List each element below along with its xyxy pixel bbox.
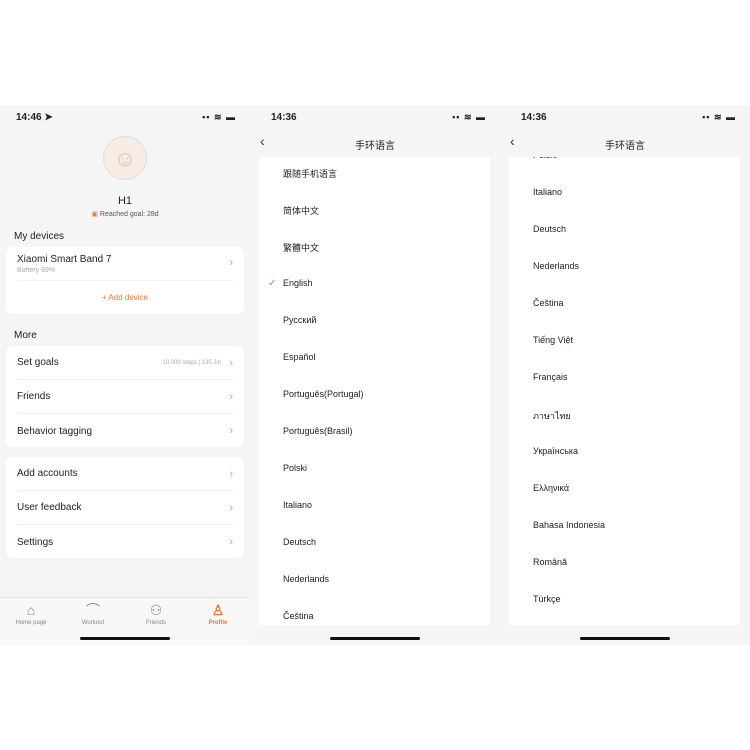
device-battery: Battery 69%	[17, 267, 56, 274]
language-option[interactable]: Português(Brasil)	[283, 426, 353, 436]
item-label: User feedback	[17, 502, 82, 513]
language-option[interactable]: Nederlands	[283, 574, 329, 584]
settings-item[interactable]: Settings ›	[17, 525, 233, 559]
item-label: Friends	[17, 391, 51, 402]
chevron-right-icon: ›	[229, 536, 233, 548]
language-screen-2: 14:36 ▪▪ ≋ ▬ ‹ 手环语言 PolskiItalianoDeutsc…	[500, 105, 750, 645]
chevron-right-icon: ›	[229, 390, 233, 403]
person-icon: ♙	[211, 602, 225, 618]
language-option[interactable]: Italiano	[283, 500, 312, 510]
language-list[interactable]: Polski Italiano Deutsch Nederlands Čeština Ti…	[509, 157, 740, 625]
tab-label: Friends	[145, 620, 166, 626]
language-option[interactable]: Tiếng Việt	[533, 335, 573, 345]
item-label: Set goals	[17, 357, 59, 368]
add-accounts-item[interactable]: Add accounts ›	[17, 457, 233, 491]
language-option[interactable]: Português(Portugal)	[283, 389, 364, 399]
language-screen-1: 14:36 ▪▪ ≋ ▬ ‹ 手环语言 跟随手机语言 简体中文 繁體中文 Englis…	[250, 105, 500, 645]
item-label: Settings	[17, 536, 54, 548]
tab-workout[interactable]: ⌒ Workout	[68, 602, 118, 626]
home-indicator	[580, 637, 670, 640]
shoe-icon: ⌒	[86, 602, 100, 618]
account-card: Add accounts › User feedback › Settings ›	[6, 457, 244, 558]
add-device-button[interactable]: + Add device	[6, 293, 244, 302]
behavior-tagging-item[interactable]: Behavior tagging ›	[17, 414, 233, 448]
chevron-right-icon: ›	[229, 425, 233, 437]
page-title: 手环语言	[355, 141, 395, 152]
set-goals-item[interactable]: Set goals 10,000 steps | 135 Jin ›	[17, 346, 233, 380]
more-card: Set goals 10,000 steps | 135 Jin › Friends…	[6, 346, 244, 447]
check-icon: ✓	[268, 278, 277, 289]
status-time: 14:46 ➤	[16, 112, 53, 123]
page-title: 手环语言	[605, 141, 645, 152]
device-name: Xiaomi Smart Band 7	[17, 254, 112, 265]
chevron-right-icon: ›	[229, 356, 233, 369]
tab-label: Home page	[15, 620, 47, 626]
friends-item[interactable]: Friends ›	[17, 380, 233, 414]
language-option[interactable]: Čeština	[533, 298, 564, 308]
chevron-right-icon: ›	[229, 257, 233, 269]
profile-screen: 14:46 ➤ ▪▪ ≋ ▬ ☺ H1 ▣ Reached goal: 28d …	[0, 105, 250, 645]
language-list[interactable]: 跟随手机语言 简体中文繁體中文 English ✓ Русский Español Port…	[259, 157, 490, 625]
avatar[interactable]: ☺	[103, 136, 147, 180]
status-time: 14:36	[521, 112, 547, 123]
user-feedback-item[interactable]: User feedback ›	[17, 491, 233, 525]
language-option[interactable]: Polski	[533, 157, 557, 160]
status-icons: ▪▪ ≋ ▬	[202, 112, 236, 122]
tab-profile[interactable]: ♙ Profile	[193, 602, 243, 626]
language-option[interactable]: Français	[533, 372, 568, 382]
tab-label: Profile	[208, 620, 228, 626]
my-devices-heading: My devices	[14, 231, 65, 242]
language-option[interactable]: 跟随手机语言	[283, 167, 337, 180]
language-option[interactable]: Español	[283, 352, 316, 362]
language-option[interactable]: Polski	[283, 463, 307, 473]
language-option[interactable]: Italiano	[533, 187, 562, 197]
language-option[interactable]: Ελληνικά	[533, 483, 569, 493]
language-option[interactable]: 繁體中文	[283, 241, 319, 254]
language-option[interactable]: Čeština	[283, 611, 314, 621]
language-option[interactable]: Українська	[533, 446, 578, 456]
language-option[interactable]: 简体中文	[283, 204, 319, 217]
home-indicator	[80, 637, 170, 640]
item-label: Add accounts	[17, 468, 78, 479]
tab-label: Workout	[81, 620, 105, 626]
reached-goal-text: Reached goal: 28d	[99, 211, 159, 218]
language-option[interactable]: Română	[533, 557, 567, 567]
language-option[interactable]: Bahasa Indonesia	[533, 520, 605, 530]
language-option[interactable]: Deutsch	[533, 224, 566, 234]
friends-icon: ⚇	[149, 602, 163, 618]
chevron-right-icon: ›	[229, 467, 233, 480]
home-icon: ⌂	[26, 602, 36, 618]
devices-card: Xiaomi Smart Band 7 Battery 69% › + Add …	[6, 247, 244, 314]
goals-value: 10,000 steps | 135 Jin	[162, 359, 221, 366]
status-icons: ▪▪ ≋ ▬	[702, 112, 736, 122]
language-option[interactable]: English	[283, 278, 313, 288]
status-icons: ▪▪ ≋ ▬	[452, 112, 486, 122]
item-label: Behavior tagging	[17, 425, 93, 437]
language-option[interactable]: ภาษาไทย	[533, 409, 571, 423]
user-name: H1	[117, 195, 133, 207]
goal-badge-icon: ▣	[91, 211, 98, 218]
language-option[interactable]: Nederlands	[533, 261, 579, 271]
reached-goal: ▣ Reached goal: 28d	[0, 210, 250, 218]
more-heading: More	[14, 330, 37, 341]
status-time: 14:36	[271, 112, 297, 123]
language-option[interactable]: Русский	[283, 315, 316, 325]
language-option[interactable]: Türkçe	[533, 594, 561, 604]
home-indicator	[330, 637, 420, 640]
device-item[interactable]: Xiaomi Smart Band 7 Battery 69% ›	[17, 247, 233, 281]
language-option[interactable]: Deutsch	[283, 537, 316, 547]
tab-home[interactable]: ⌂ Home page	[6, 602, 56, 626]
tab-friends[interactable]: ⚇ Friends	[131, 602, 181, 626]
chevron-right-icon: ›	[229, 501, 233, 514]
